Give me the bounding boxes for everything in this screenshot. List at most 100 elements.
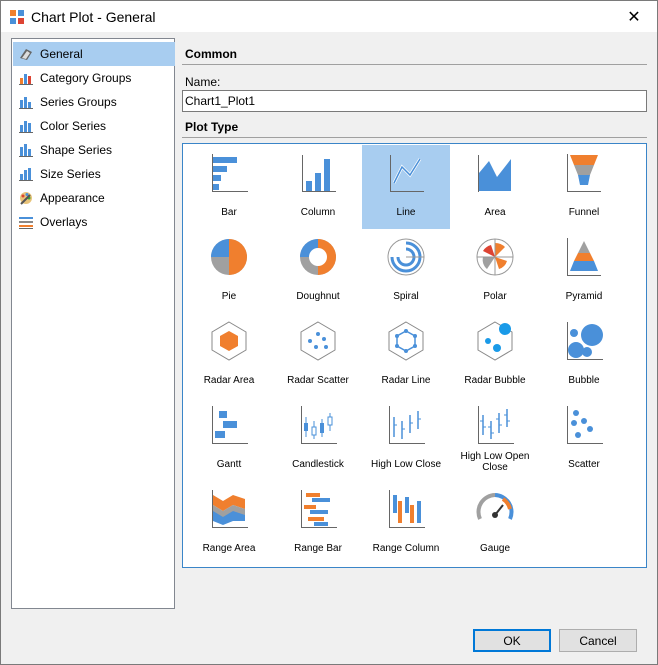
plot-type-bubble[interactable]: Bubble xyxy=(540,313,628,397)
plot-type-label: Pyramid xyxy=(565,291,603,302)
candlestick-chart-icon xyxy=(301,406,337,444)
chart-app-icon xyxy=(10,10,24,24)
plot-type-funnel[interactable]: Funnel xyxy=(540,145,628,229)
common-divider xyxy=(182,64,647,65)
sidebar-item-label: Size Series xyxy=(40,167,101,181)
series-groups-icon xyxy=(19,97,33,109)
sidebar-item-appearance[interactable]: Appearance xyxy=(13,186,175,210)
radar-area-icon xyxy=(211,321,247,361)
plot-type-label: Range Area xyxy=(202,543,256,554)
plot-type-label: Radar Area xyxy=(203,375,255,386)
pyramid-chart-icon xyxy=(567,238,601,276)
plot-type-range-bar[interactable]: Range Bar xyxy=(274,481,362,565)
funnel-chart-icon xyxy=(567,154,601,192)
sidebar-item-label: General xyxy=(40,47,83,61)
polar-chart-icon xyxy=(476,238,514,276)
plot-type-label: Candlestick xyxy=(292,459,344,470)
category-groups-icon xyxy=(19,74,33,85)
sidebar-item-label: Category Groups xyxy=(40,71,132,85)
plot-type-label: Radar Bubble xyxy=(464,375,526,386)
sidebar-item-series-groups[interactable]: Series Groups xyxy=(13,90,175,114)
plot-type-label: High Low Close xyxy=(370,459,442,470)
close-icon[interactable]: ✕ xyxy=(611,1,657,32)
plot-type-high-low-close[interactable]: High Low Close xyxy=(362,397,450,481)
plot-type-high-low-open-close[interactable]: High Low Open Close xyxy=(451,397,539,481)
plot-type-radar-line[interactable]: Radar Line xyxy=(362,313,450,397)
sidebar-item-shape-series[interactable]: Shape Series xyxy=(13,138,175,162)
plot-type-label: High Low Open Close xyxy=(460,451,530,473)
general-icon xyxy=(20,49,32,60)
appearance-icon xyxy=(20,192,32,205)
scatter-chart-icon xyxy=(567,406,603,444)
plot-type-label: Range Bar xyxy=(294,543,342,554)
high-low-open-close-icon xyxy=(478,406,514,444)
plot-type-label: Scatter xyxy=(568,459,600,470)
name-input[interactable] xyxy=(182,90,647,112)
plot-type-radar-area[interactable]: Radar Area xyxy=(185,313,273,397)
dialog-window: Chart Plot - General ✕ General Category … xyxy=(0,0,658,665)
plot-type-gantt[interactable]: Gantt xyxy=(185,397,273,481)
pie-chart-icon xyxy=(211,239,247,275)
plot-type-label: Range Column xyxy=(372,543,440,554)
plot-type-label: Column xyxy=(300,207,336,218)
plot-type-pyramid[interactable]: Pyramid xyxy=(540,229,628,313)
plot-type-polar[interactable]: Polar xyxy=(451,229,539,313)
plot-type-radar-scatter[interactable]: Radar Scatter xyxy=(274,313,362,397)
plot-type-label: Bar xyxy=(221,207,237,218)
plot-type-label: Pie xyxy=(221,291,237,302)
range-bar-icon xyxy=(301,490,337,528)
sidebar-item-overlays[interactable]: Overlays xyxy=(13,210,175,234)
sidebar-item-size-series[interactable]: Size Series xyxy=(13,162,175,186)
color-series-icon xyxy=(19,121,33,133)
plot-type-label: Radar Line xyxy=(381,375,431,386)
plot-type-scatter[interactable]: Scatter xyxy=(540,397,628,481)
high-low-close-icon xyxy=(389,406,425,444)
plot-type-label: Gauge xyxy=(479,543,511,554)
overlays-icon xyxy=(19,217,33,229)
plot-type-label: Doughnut xyxy=(296,291,340,302)
gantt-chart-icon xyxy=(212,406,248,444)
spiral-chart-icon xyxy=(387,238,425,276)
plot-type-range-area[interactable]: Range Area xyxy=(185,481,273,565)
gauge-chart-icon xyxy=(476,493,514,520)
plot-type-label: Polar xyxy=(483,291,507,302)
plot-type-label: Funnel xyxy=(568,207,600,218)
plot-type-area[interactable]: Area xyxy=(451,145,539,229)
plot-type-label: Radar Scatter xyxy=(287,375,349,386)
plot-type-range-column[interactable]: Range Column xyxy=(362,481,450,565)
name-label: Name: xyxy=(185,75,221,89)
plot-type-radar-bubble[interactable]: Radar Bubble xyxy=(451,313,539,397)
radar-bubble-icon xyxy=(477,321,513,361)
plot-type-pie[interactable]: Pie xyxy=(185,229,273,313)
radar-scatter-icon xyxy=(300,321,336,361)
plot-type-divider xyxy=(182,137,647,138)
title-bar: Chart Plot - General ✕ xyxy=(1,1,657,32)
sidebar-item-category-groups[interactable]: Category Groups xyxy=(13,66,175,90)
plot-type-label: Area xyxy=(484,207,506,218)
cancel-button[interactable]: Cancel xyxy=(559,629,637,652)
ok-button[interactable]: OK xyxy=(473,629,551,652)
sidebar-item-label: Color Series xyxy=(40,119,107,133)
plot-type-label: Gantt xyxy=(216,459,242,470)
plot-type-grid: Bar Column Line Area Funnel Pie Doughnut xyxy=(182,143,647,568)
common-section-header: Common xyxy=(185,47,237,61)
category-list: General Category Groups Series Groups Co… xyxy=(11,38,175,609)
plot-type-spiral[interactable]: Spiral xyxy=(362,229,450,313)
radar-line-icon xyxy=(388,321,424,361)
plot-type-candlestick[interactable]: Candlestick xyxy=(274,397,362,481)
column-chart-icon xyxy=(302,155,336,192)
shape-series-icon xyxy=(19,144,33,157)
plot-type-line[interactable]: Line xyxy=(362,145,450,229)
sidebar-item-color-series[interactable]: Color Series xyxy=(13,114,175,138)
plot-type-label: Spiral xyxy=(393,291,419,302)
plot-type-column[interactable]: Column xyxy=(274,145,362,229)
plot-type-bar[interactable]: Bar xyxy=(185,145,273,229)
plot-type-label: Line xyxy=(396,207,416,218)
plot-type-doughnut[interactable]: Doughnut xyxy=(274,229,362,313)
sidebar-item-general[interactable]: General xyxy=(13,42,175,66)
plot-type-section-header: Plot Type xyxy=(185,120,239,134)
bar-chart-icon xyxy=(212,154,248,192)
range-column-icon xyxy=(389,490,425,528)
plot-type-gauge[interactable]: Gauge xyxy=(451,481,539,565)
window-title: Chart Plot - General xyxy=(31,9,156,25)
